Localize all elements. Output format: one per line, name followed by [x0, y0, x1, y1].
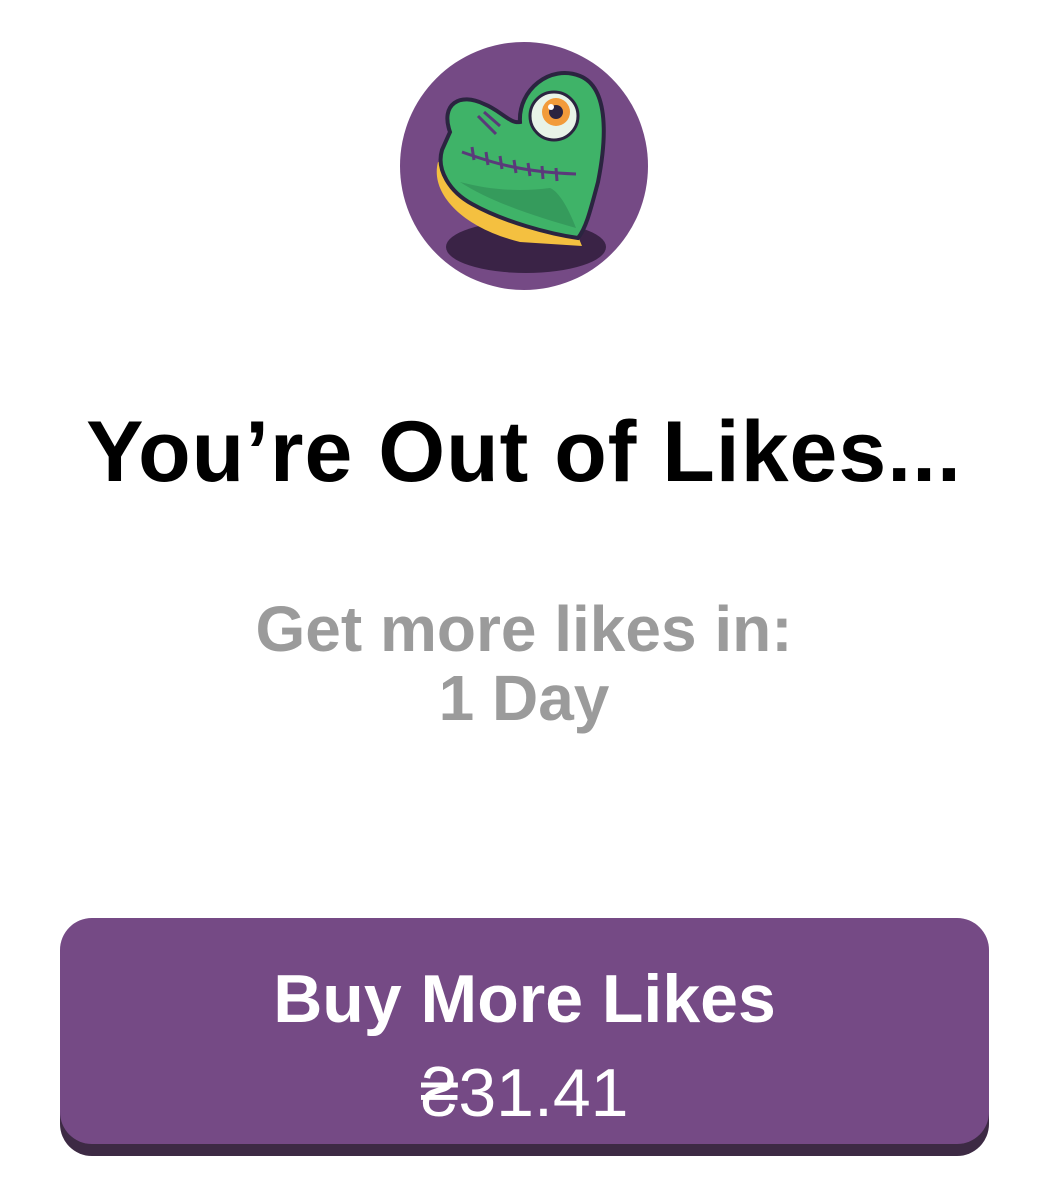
countdown-label: Get more likes in:: [255, 593, 793, 665]
countdown-value: 1 Day: [438, 662, 610, 735]
buy-more-likes-button[interactable]: Buy More Likes ₴31.41: [60, 918, 989, 1144]
likes-refill-countdown: Get more likes in: 1 Day: [0, 593, 1048, 735]
out-of-likes-title: You’re Out of Likes...: [86, 404, 962, 500]
zombie-heart-icon: [400, 42, 648, 290]
zombie-heart-avatar: [400, 42, 648, 290]
buy-button-label: Buy More Likes: [273, 961, 776, 1037]
buy-button-price: ₴31.41: [420, 1055, 629, 1131]
